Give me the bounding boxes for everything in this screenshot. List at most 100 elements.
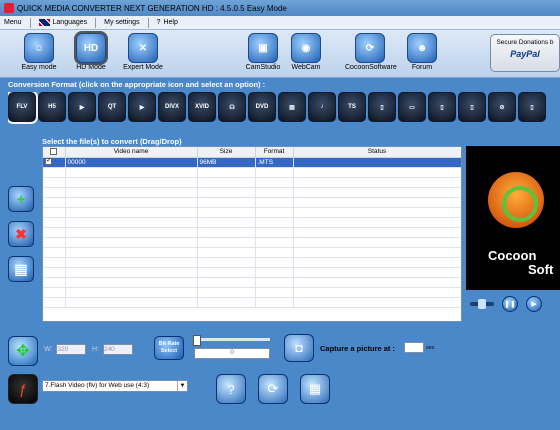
app-icon xyxy=(4,3,14,13)
capture-seconds-input[interactable] xyxy=(404,342,424,353)
format-ipod-icon[interactable]: ▯ xyxy=(458,92,486,122)
remove-icon: ✖ xyxy=(15,225,27,242)
move-arrows-icon: ✥ xyxy=(16,343,30,360)
format-xvid-icon[interactable]: XVID xyxy=(188,92,216,122)
open-folder-button[interactable]: ▦ xyxy=(300,374,330,404)
height-field-group: H: xyxy=(92,344,133,355)
capture-label: Capture a picture at : xyxy=(320,344,396,353)
play-button[interactable]: ▶ xyxy=(526,296,542,312)
column-header-video-name[interactable]: Video name xyxy=(65,147,198,158)
capture-picture-button[interactable]: ◘ xyxy=(284,334,314,362)
menu-bar: Menu Languages My settings ? Help xyxy=(0,16,560,30)
table-row[interactable]: 00000 96MB .MTS xyxy=(43,157,461,168)
title-bar: QUICK MEDIA CONVERTER NEXT GENERATION HD… xyxy=(0,0,560,16)
menu-separator xyxy=(29,17,31,28)
paypal-donate-button[interactable]: Secure Donations b PayPal xyxy=(490,34,560,72)
format-dvd-icon[interactable]: DVD xyxy=(248,92,276,122)
format-ts-icon[interactable]: TS xyxy=(338,92,366,122)
preview-brand-text: Cocoon xyxy=(488,248,537,263)
player-controls: ❚❚ ▶ xyxy=(470,294,560,314)
file-list-table[interactable]: Video name Size Format Status 00000 96MB… xyxy=(42,146,462,322)
file-action-buttons: + ✖ ▤ xyxy=(8,186,34,291)
table-row xyxy=(43,187,461,198)
format-icon-strip: FLV H5 ▶ QT ▶ DIVX XVID ☊ DVD ▤ ♪ TS ▯ ▭… xyxy=(8,92,560,126)
easy-mode-icon: ☺ xyxy=(24,33,54,63)
table-row xyxy=(43,287,461,298)
clear-icon: ▤ xyxy=(14,260,28,277)
table-row xyxy=(43,277,461,288)
add-file-button[interactable]: + xyxy=(8,186,34,212)
format-phone-icon[interactable]: ▯ xyxy=(428,92,456,122)
resize-button[interactable]: ✥ xyxy=(8,336,38,366)
format-matroska-icon[interactable]: ☊ xyxy=(218,92,246,122)
format-quicktime-icon[interactable]: QT xyxy=(98,92,126,122)
help-settings-button[interactable]: ? xyxy=(216,374,246,404)
format-flv-icon[interactable]: FLV xyxy=(8,92,38,124)
column-header-size[interactable]: Size xyxy=(197,147,256,158)
bitrate-select-button[interactable]: Bit Rate Select xyxy=(154,336,184,360)
width-input[interactable] xyxy=(56,344,87,355)
convert-icon: ⟳ xyxy=(267,381,279,396)
column-header-format[interactable]: Format xyxy=(255,147,294,158)
format-iphone-icon[interactable]: ▭ xyxy=(398,92,426,122)
menu-separator xyxy=(147,17,149,28)
format-html5-icon[interactable]: H5 xyxy=(38,92,66,122)
width-field-group: W: xyxy=(44,344,87,355)
table-row xyxy=(43,297,461,308)
format-cell: .MTS xyxy=(255,157,294,168)
table-row xyxy=(43,217,461,228)
remove-file-button[interactable]: ✖ xyxy=(8,221,34,247)
tools-icon: ✕ xyxy=(128,33,158,63)
format-youtube-icon[interactable]: ▶ xyxy=(68,92,96,122)
easy-mode-button[interactable]: ☺ Easy mode xyxy=(14,33,64,71)
height-input[interactable] xyxy=(102,344,133,355)
table-row xyxy=(43,247,461,258)
clear-list-button[interactable]: ▤ xyxy=(8,256,34,282)
bitrate-slider[interactable] xyxy=(193,335,270,346)
webcam-button[interactable]: ◉ WebCam xyxy=(281,33,331,71)
film-icon: ▦ xyxy=(308,381,322,396)
add-icon: + xyxy=(16,191,26,207)
hd-mode-button[interactable]: HD HD Mode xyxy=(66,31,116,71)
format-audio-icon[interactable]: ♪ xyxy=(308,92,336,122)
profile-select[interactable]: 7.Flash Video (flv) for Web use (4:3) ▼ xyxy=(42,380,188,392)
menu-separator xyxy=(95,17,97,28)
volume-slider[interactable] xyxy=(470,299,494,309)
format-device-icon[interactable]: ▯ xyxy=(518,92,546,122)
flash-format-icon: ƒ xyxy=(8,374,38,404)
menu-item-languages[interactable]: Languages xyxy=(38,19,87,26)
select-all-checkbox[interactable] xyxy=(50,148,58,156)
menu-item-help[interactable]: ? Help xyxy=(157,19,178,26)
column-header-select[interactable] xyxy=(43,147,66,158)
format-mpeg-icon[interactable]: ▤ xyxy=(278,92,306,122)
video-preview: Cocoon Soft xyxy=(466,146,560,290)
pause-icon: ❚❚ xyxy=(504,301,516,308)
menu-item-my-settings[interactable]: My settings xyxy=(104,19,139,26)
help-icon: ? xyxy=(227,381,235,397)
expert-mode-button[interactable]: ✕ Expert Mode xyxy=(118,33,168,71)
status-cell xyxy=(293,157,461,168)
format-mobile-icon[interactable]: ▯ xyxy=(368,92,396,122)
forum-icon: ☻ xyxy=(407,33,437,63)
cocoonsoftware-button[interactable]: ⟳ CocoonSoftware xyxy=(345,33,397,71)
bitrate-value: 0 xyxy=(194,348,270,359)
format-no-sign-icon[interactable]: ⊘ xyxy=(488,92,516,122)
video-name-cell: 00000 xyxy=(65,157,198,168)
convert-button[interactable]: ⟳ xyxy=(258,374,288,404)
pause-button[interactable]: ❚❚ xyxy=(502,296,518,312)
format-divx-icon[interactable]: DIVX xyxy=(158,92,186,122)
select-files-label: Select the file(s) to convert (Drag/Drop… xyxy=(42,137,182,146)
row-checkbox[interactable] xyxy=(45,157,52,166)
cocoon-logo-icon xyxy=(488,172,544,228)
conversion-format-label: Conversion Format (click on the appropri… xyxy=(8,80,266,89)
window-title: QUICK MEDIA CONVERTER NEXT GENERATION HD… xyxy=(17,3,287,13)
menu-item-menu[interactable]: Menu xyxy=(4,19,22,26)
cocoon-icon: ⟳ xyxy=(355,33,385,63)
chevron-down-icon: ▼ xyxy=(177,381,187,391)
size-cell: 96MB xyxy=(197,157,256,168)
format-wmv-icon[interactable]: ▶ xyxy=(128,92,156,122)
forum-button[interactable]: ☻ Forum xyxy=(397,33,447,71)
camstudio-icon: ▣ xyxy=(248,33,278,63)
table-row xyxy=(43,197,461,208)
column-header-status[interactable]: Status xyxy=(293,147,461,158)
